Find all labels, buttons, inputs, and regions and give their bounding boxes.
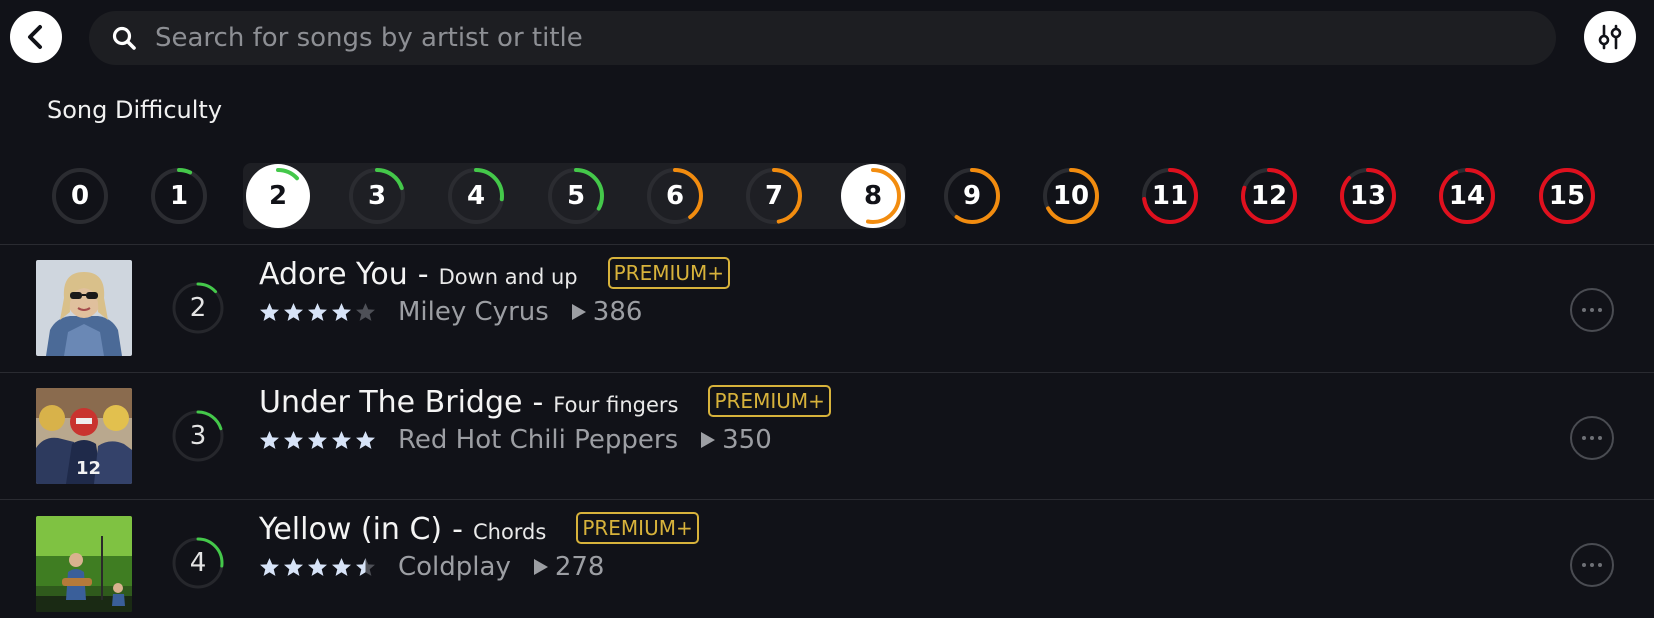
difficulty-level-badge: 2 — [171, 281, 225, 335]
star-icon — [308, 558, 327, 576]
difficulty-option-0[interactable]: 0 — [47, 163, 113, 229]
play-icon — [700, 431, 716, 449]
difficulty-label: 0 — [70, 181, 90, 211]
difficulty-label: 6 — [665, 181, 685, 211]
star-icon — [356, 558, 375, 576]
difficulty-option-13[interactable]: 13 — [1335, 163, 1401, 229]
difficulty-option-9[interactable]: 9 — [939, 163, 1005, 229]
difficulty-label: 12 — [1250, 181, 1288, 211]
more-options-button[interactable] — [1570, 543, 1614, 587]
difficulty-label: 14 — [1448, 181, 1486, 211]
difficulty-label: 4 — [466, 181, 486, 211]
song-version: Four fingers — [553, 393, 679, 417]
play-icon — [533, 558, 549, 576]
difficulty-option-7[interactable]: 7 — [741, 163, 807, 229]
more-options-button[interactable] — [1570, 288, 1614, 332]
title-separator: - — [452, 512, 463, 547]
star-icon — [356, 431, 375, 449]
album-art — [36, 516, 132, 612]
song-title: Yellow (in C) — [259, 512, 443, 547]
difficulty-option-12[interactable]: 12 — [1236, 163, 1302, 229]
star-icon — [284, 431, 303, 449]
song-version: Down and up — [438, 265, 578, 289]
difficulty-label: 5 — [566, 181, 586, 211]
difficulty-label: 13 — [1349, 181, 1387, 211]
star-icon — [332, 558, 351, 576]
chevron-left-icon — [23, 24, 49, 50]
difficulty-option-10[interactable]: 10 — [1038, 163, 1104, 229]
star-icon — [356, 303, 375, 321]
difficulty-option-15[interactable]: 15 — [1534, 163, 1600, 229]
level-number: 3 — [189, 421, 207, 451]
back-button[interactable] — [10, 11, 62, 63]
song-row[interactable]: 4 Yellow (in C) - Chords PREMIUM+ Coldpl… — [0, 500, 1654, 618]
difficulty-label: 15 — [1548, 181, 1586, 211]
search-icon — [111, 24, 139, 52]
star-icon — [332, 431, 351, 449]
star-icon — [308, 431, 327, 449]
play-count: 350 — [722, 425, 772, 455]
difficulty-level-badge: 4 — [171, 536, 225, 590]
difficulty-option-11[interactable]: 11 — [1137, 163, 1203, 229]
rating-stars — [259, 557, 376, 577]
star-icon — [260, 558, 279, 576]
search-bar[interactable] — [89, 11, 1556, 65]
play-count: 386 — [592, 297, 643, 327]
difficulty-label: 10 — [1052, 181, 1090, 211]
song-title: Adore You — [259, 257, 408, 292]
album-art: 12 — [36, 388, 132, 484]
svg-text:12: 12 — [76, 458, 101, 479]
premium-badge: PREMIUM+ — [708, 385, 831, 417]
star-icon — [284, 303, 303, 321]
difficulty-label: 7 — [764, 181, 784, 211]
artist-name: Red Hot Chili Peppers — [398, 425, 679, 455]
star-icon — [284, 558, 303, 576]
difficulty-option-2[interactable]: 2 — [245, 163, 311, 229]
difficulty-label: 11 — [1151, 181, 1189, 211]
album-art — [36, 260, 132, 356]
play-icon — [571, 303, 587, 321]
search-input[interactable] — [153, 22, 1457, 54]
star-icon — [260, 431, 279, 449]
difficulty-label: 1 — [169, 181, 189, 211]
filter-button[interactable] — [1584, 11, 1636, 63]
rating-stars — [259, 302, 376, 322]
artist-name: Coldplay — [398, 552, 511, 582]
title-separator: - — [417, 257, 429, 292]
difficulty-label: 3 — [367, 181, 387, 211]
star-icon — [308, 303, 327, 321]
level-number: 2 — [189, 293, 207, 323]
difficulty-option-3[interactable]: 3 — [344, 163, 410, 229]
difficulty-option-8[interactable]: 8 — [840, 163, 906, 229]
song-browser: Song Difficulty 0123456789101112131415 — [0, 0, 1654, 618]
section-title-song-difficulty: Song Difficulty — [47, 96, 223, 124]
difficulty-option-6[interactable]: 6 — [642, 163, 708, 229]
star-icon — [260, 303, 279, 321]
song-title: Under The Bridge — [259, 385, 523, 420]
difficulty-label: 8 — [863, 181, 883, 211]
song-row[interactable]: 12 3 Under The Bridge - Four fingers PRE… — [0, 373, 1654, 500]
song-version: Chords — [472, 520, 547, 544]
title-separator: - — [532, 385, 544, 420]
play-count: 278 — [554, 552, 605, 582]
difficulty-option-4[interactable]: 4 — [443, 163, 509, 229]
more-options-button[interactable] — [1570, 416, 1614, 460]
difficulty-label: 9 — [962, 181, 982, 211]
rating-stars — [259, 430, 376, 450]
difficulty-level-badge: 3 — [171, 409, 225, 463]
difficulty-label: 2 — [268, 181, 288, 211]
artist-name: Miley Cyrus — [398, 297, 549, 327]
star-icon — [332, 303, 351, 321]
song-row[interactable]: 2 Adore You - Down and up PREMIUM+ Miley… — [0, 245, 1654, 372]
level-number: 4 — [189, 548, 207, 578]
sliders-icon — [1596, 23, 1624, 51]
premium-badge: PREMIUM+ — [576, 512, 699, 544]
difficulty-option-14[interactable]: 14 — [1434, 163, 1500, 229]
premium-badge: PREMIUM+ — [607, 257, 731, 289]
difficulty-option-1[interactable]: 1 — [146, 163, 212, 229]
difficulty-option-5[interactable]: 5 — [543, 163, 609, 229]
